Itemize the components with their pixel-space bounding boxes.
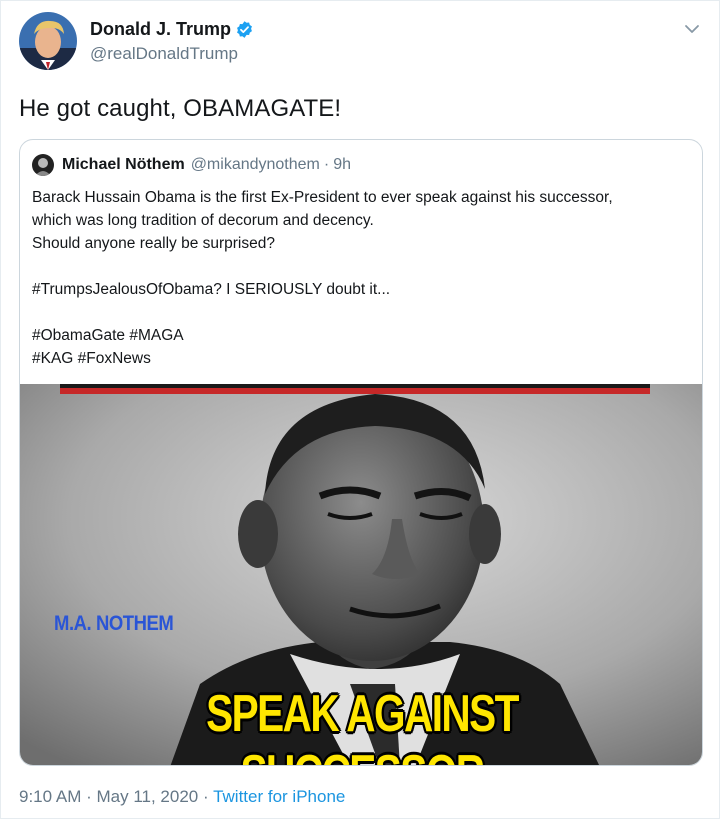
quoted-text-line: #KAG #FoxNews <box>32 350 151 367</box>
quoted-time: 9h <box>333 156 351 173</box>
separator: · <box>203 787 214 806</box>
profile-photo-icon <box>19 12 77 70</box>
author-handle[interactable]: @realDonaldTrump <box>90 44 238 64</box>
quoted-handle: @mikandynothem <box>190 156 320 173</box>
quoted-text: Barack Hussain Obama is the first Ex-Pre… <box>32 186 692 370</box>
tweet-date[interactable]: May 11, 2020 <box>97 787 199 806</box>
quoted-text-line <box>32 255 692 278</box>
tweet-meta: 9:10 AM · May 11, 2020 · Twitter for iPh… <box>19 787 345 807</box>
author-name-row: Donald J. Trump <box>90 19 254 40</box>
image-caption: SPEAK AGAINST SUCCESSOR <box>206 685 519 765</box>
quoted-tweet[interactable]: Michael Nöthem @mikandynothem · 9h Barac… <box>19 139 703 766</box>
quoted-text-line: #TrumpsJealousOfObama? I SERIOUSLY doubt… <box>32 281 391 298</box>
image-watermark: M.A. NOTHEM <box>54 612 174 635</box>
tweet-card: Donald J. Trump @realDonaldTrump He got … <box>0 0 720 819</box>
quoted-image[interactable]: M.A. NOTHEM SPEAK AGAINST SUCCESSOR <box>20 384 702 765</box>
separator: · <box>323 156 330 173</box>
chevron-down-icon[interactable] <box>682 19 702 39</box>
quoted-text-line: Should anyone really be surprised? <box>32 235 275 252</box>
author-display-name[interactable]: Donald J. Trump <box>90 19 231 40</box>
author-avatar[interactable] <box>19 12 77 70</box>
tweet-source-link[interactable]: Twitter for iPhone <box>213 787 345 806</box>
quoted-text-line: #ObamaGate #MAGA <box>32 327 184 344</box>
tweet-text: He got caught, OBAMAGATE! <box>19 95 342 122</box>
quoted-text-line: which was long tradition of decorum and … <box>32 212 374 229</box>
separator: · <box>86 787 97 806</box>
verified-badge-icon <box>237 21 252 38</box>
quoted-avatar <box>32 154 54 176</box>
quoted-header: Michael Nöthem @mikandynothem · 9h <box>32 154 351 176</box>
quoted-text-line <box>32 301 692 324</box>
quoted-display-name: Michael Nöthem <box>62 156 185 173</box>
quoted-text-line: Barack Hussain Obama is the first Ex-Pre… <box>32 189 613 206</box>
tweet-time[interactable]: 9:10 AM <box>19 787 81 806</box>
profile-photo-icon <box>32 154 54 176</box>
